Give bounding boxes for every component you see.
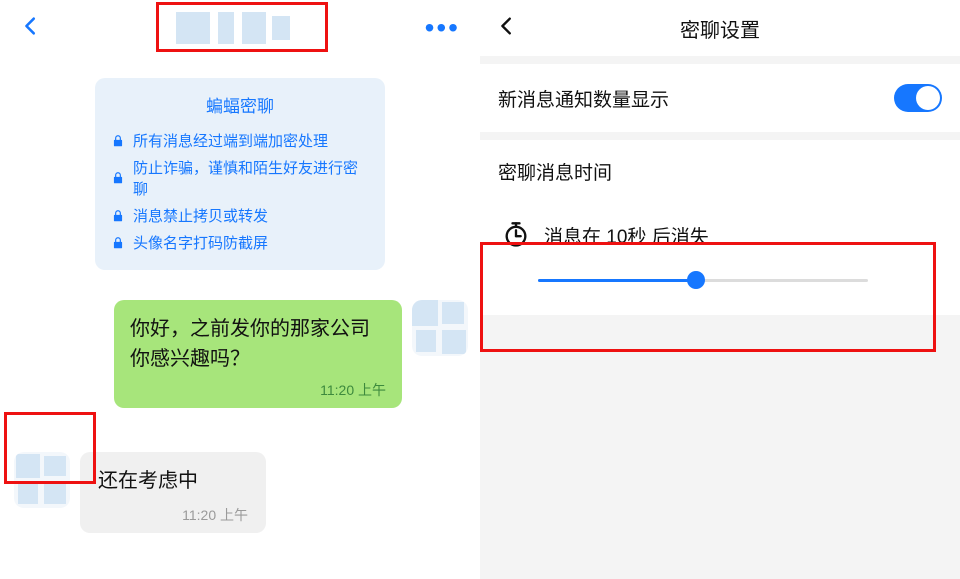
info-item: 头像名字打码防截屏 bbox=[111, 229, 369, 256]
slider-fill bbox=[538, 279, 696, 282]
settings-screen: 密聊设置 新消息通知数量显示 密聊消息时间 消息在 10秒 后消失 bbox=[480, 0, 960, 579]
encryption-info-card: 蝙蝠密聊 所有消息经过端到端加密处理 防止诈骗，谨慎和陌生好友进行密聊 消息禁止… bbox=[95, 78, 385, 270]
message-time: 11:20 上午 bbox=[130, 380, 386, 400]
avatar-blurred[interactable] bbox=[412, 300, 468, 356]
info-title: 蝙蝠密聊 bbox=[111, 92, 369, 117]
timer-icon bbox=[502, 221, 530, 249]
row-label: 新消息通知数量显示 bbox=[498, 85, 669, 112]
settings-title: 密聊设置 bbox=[480, 14, 960, 43]
info-item-text: 防止诈骗，谨慎和陌生好友进行密聊 bbox=[133, 157, 369, 199]
info-item: 所有消息经过端到端加密处理 bbox=[111, 127, 369, 154]
lock-icon bbox=[111, 171, 125, 185]
switch-knob bbox=[916, 86, 940, 110]
chat-title-blurred bbox=[172, 8, 294, 48]
more-icon[interactable]: ••• bbox=[425, 14, 460, 42]
message-time: 11:20 上午 bbox=[98, 505, 248, 525]
row-label: 密聊消息时间 bbox=[498, 163, 612, 184]
message-outgoing: 你好，之前发你的那家公司你感兴趣吗？ 11:20 上午 bbox=[0, 300, 480, 408]
info-item-text: 所有消息经过端到端加密处理 bbox=[133, 130, 328, 151]
expire-text: 消息在 10秒 后消失 bbox=[544, 222, 709, 249]
chat-screen: ••• 蝙蝠密聊 所有消息经过端到端加密处理 防止诈骗，谨慎和陌生好友进行密聊 … bbox=[0, 0, 480, 579]
info-item-text: 头像名字打码防截屏 bbox=[133, 232, 268, 253]
notify-count-row[interactable]: 新消息通知数量显示 bbox=[480, 64, 960, 132]
message-incoming: 还在考虑中 11:20 上午 bbox=[0, 452, 480, 533]
lock-icon bbox=[111, 209, 125, 223]
lock-icon bbox=[111, 236, 125, 250]
expire-slider[interactable] bbox=[538, 271, 868, 289]
back-icon[interactable] bbox=[20, 15, 42, 42]
message-bubble[interactable]: 你好，之前发你的那家公司你感兴趣吗？ 11:20 上午 bbox=[114, 300, 402, 408]
time-section-header: 密聊消息时间 bbox=[480, 140, 960, 201]
slider-thumb[interactable] bbox=[687, 271, 705, 289]
info-item-text: 消息禁止拷贝或转发 bbox=[133, 205, 268, 226]
expire-row: 消息在 10秒 后消失 bbox=[480, 201, 960, 315]
info-item: 消息禁止拷贝或转发 bbox=[111, 202, 369, 229]
settings-header: 密聊设置 bbox=[480, 0, 960, 56]
message-text: 你好，之前发你的那家公司你感兴趣吗？ bbox=[130, 314, 386, 374]
info-item: 防止诈骗，谨慎和陌生好友进行密聊 bbox=[111, 154, 369, 202]
chat-header: ••• bbox=[0, 0, 480, 56]
divider bbox=[480, 56, 960, 64]
message-bubble[interactable]: 还在考虑中 11:20 上午 bbox=[80, 452, 266, 533]
lock-icon bbox=[111, 134, 125, 148]
message-text: 还在考虑中 bbox=[98, 464, 248, 493]
avatar-blurred[interactable] bbox=[14, 452, 70, 508]
toggle-switch[interactable] bbox=[894, 84, 942, 112]
